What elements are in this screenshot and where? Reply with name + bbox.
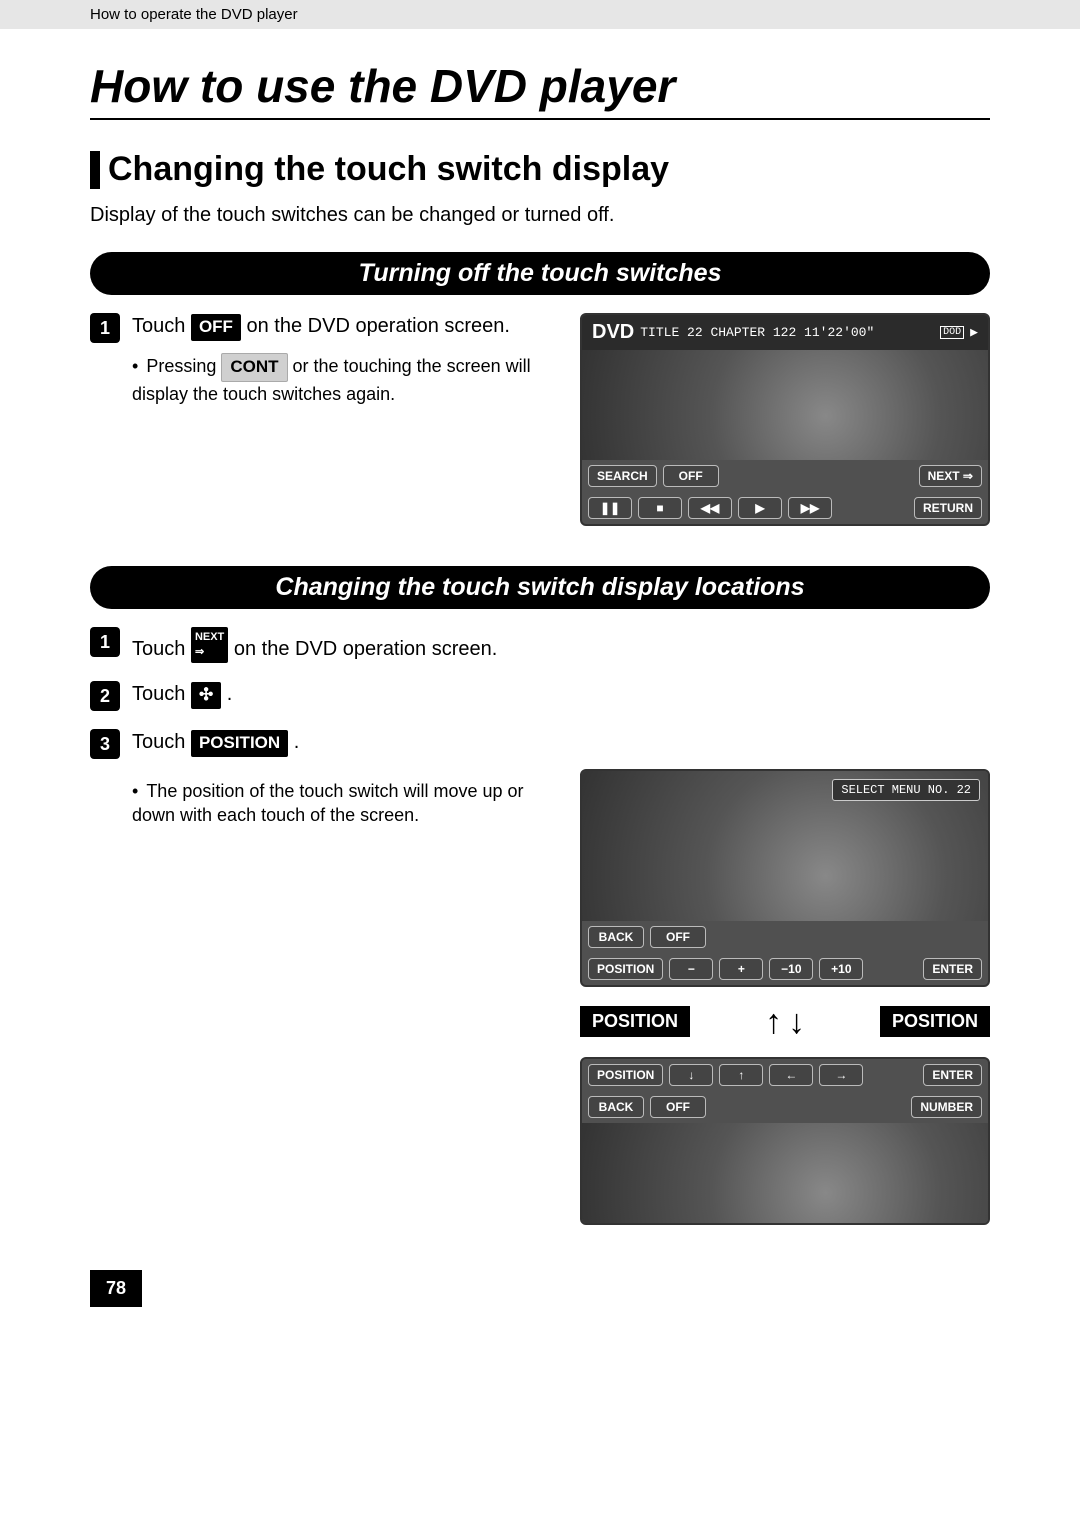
position-button[interactable]: POSITION [588, 1064, 663, 1086]
note-text: The position of the touch switch will mo… [132, 781, 524, 825]
screen-button-row: BACK OFF NUMBER [582, 1091, 988, 1123]
step-number-icon: 3 [90, 729, 120, 759]
subsection-pill-1: Turning off the touch switches [90, 252, 990, 295]
back-button[interactable]: BACK [588, 1096, 644, 1118]
screen-button-row: POSITION ↓ ↑ ← → ENTER [582, 1059, 988, 1091]
screen-video-area [582, 350, 988, 460]
dvd-label: DVD [592, 321, 634, 344]
section-title: Changing the touch switch display [108, 150, 669, 189]
number-button[interactable]: NUMBER [911, 1096, 982, 1118]
play-icon: ▶ [970, 325, 978, 340]
header-band: How to operate the DVD player [0, 0, 1080, 29]
enter-button[interactable]: ENTER [923, 1064, 982, 1086]
step-1: 1 Touch OFF on the DVD operation screen. [90, 313, 555, 343]
page-title: How to use the DVD player [90, 39, 990, 120]
step-note: •The position of the touch switch will m… [132, 779, 555, 828]
arrow-up-icon: ↑ [765, 1005, 782, 1039]
step-1: 1 Touch NEXT⇒ on the DVD operation scree… [90, 627, 990, 663]
minus-button[interactable]: − [669, 958, 713, 980]
step-text: . [221, 683, 232, 705]
forward-button[interactable]: ▶▶ [788, 497, 832, 519]
dvd-screen-1: DVD TITLE 22 CHAPTER 122 11'22'00" DOD ▶… [580, 313, 990, 526]
step-text: on the DVD operation screen. [228, 638, 497, 660]
step-text: . [288, 731, 299, 753]
bullet-icon: • [132, 779, 138, 803]
step-text: on the DVD operation screen. [241, 315, 510, 337]
step-number-icon: 1 [90, 313, 120, 343]
dvd-screen-2: SELECT MENU NO. 22 BACK OFF POSITION − +… [580, 769, 990, 987]
dolby-icon: DOD [940, 326, 964, 339]
intro-text: Display of the touch switches can be cha… [90, 204, 990, 227]
page-number: 78 [90, 1270, 142, 1307]
screen-button-row: BACK OFF [582, 921, 988, 953]
arrow-right-button[interactable]: → [819, 1064, 863, 1086]
step-2: 2 Touch ✣ . [90, 681, 990, 711]
arrow-down-button[interactable]: ↓ [669, 1064, 713, 1086]
plus10-button[interactable]: +10 [819, 958, 863, 980]
section-heading: Changing the touch switch display [90, 150, 990, 189]
step-3: 3 Touch POSITION . [90, 729, 990, 759]
step-number-icon: 1 [90, 627, 120, 657]
step-text: Touch [132, 683, 191, 705]
screen-status-bar: DVD TITLE 22 CHAPTER 122 11'22'00" DOD ▶ [582, 315, 988, 350]
play-button[interactable]: ▶ [738, 497, 782, 519]
stop-button[interactable]: ■ [638, 497, 682, 519]
step-text: Touch [132, 731, 191, 753]
arrow-down-icon: ↓ [788, 1005, 805, 1039]
off-button-label: OFF [191, 314, 241, 341]
pause-button[interactable]: ❚❚ [588, 497, 632, 519]
arrow-left-button[interactable]: ← [769, 1064, 813, 1086]
cont-button-label: CONT [221, 353, 287, 382]
off-button[interactable]: OFF [663, 465, 719, 487]
status-text: TITLE 22 CHAPTER 122 11'22'00" [640, 325, 874, 340]
step-text: Touch [132, 315, 191, 337]
off-button[interactable]: OFF [650, 926, 706, 948]
subsection-pill-2: Changing the touch switch display locati… [90, 566, 990, 609]
rewind-button[interactable]: ◀◀ [688, 497, 732, 519]
position-arrow-row: POSITION ↑ ↓ POSITION [580, 1005, 990, 1039]
step-note: •Pressing CONT or the touching the scree… [132, 353, 555, 406]
sparkle-icon-label: ✣ [191, 682, 221, 709]
position-button-label: POSITION [191, 730, 288, 757]
screen-button-row: SEARCH OFF NEXT ⇒ [582, 460, 988, 492]
next-button[interactable]: NEXT ⇒ [919, 465, 982, 487]
minus10-button[interactable]: −10 [769, 958, 813, 980]
step-text: Touch [132, 638, 191, 660]
bullet-icon: • [132, 354, 138, 378]
next-icon-label: NEXT⇒ [191, 627, 228, 663]
enter-button[interactable]: ENTER [923, 958, 982, 980]
screen-button-row: POSITION − + −10 +10 ENTER [582, 953, 988, 985]
section-bar [90, 151, 100, 189]
footer: 78 [90, 1270, 990, 1307]
return-button[interactable]: RETURN [914, 497, 982, 519]
screen-button-row: ❚❚ ■ ◀◀ ▶ ▶▶ RETURN [582, 492, 988, 524]
screen-video-area [582, 1123, 988, 1223]
search-button[interactable]: SEARCH [588, 465, 657, 487]
position-button[interactable]: POSITION [588, 958, 663, 980]
off-button[interactable]: OFF [650, 1096, 706, 1118]
position-label-right: POSITION [880, 1006, 990, 1037]
note-text: Pressing [146, 356, 221, 376]
dvd-screen-3: POSITION ↓ ↑ ← → ENTER BACK OFF [580, 1057, 990, 1225]
plus-button[interactable]: + [719, 958, 763, 980]
position-label-left: POSITION [580, 1006, 690, 1037]
screen-video-area: SELECT MENU NO. 22 [582, 771, 988, 921]
step-number-icon: 2 [90, 681, 120, 711]
back-button[interactable]: BACK [588, 926, 644, 948]
arrow-up-button[interactable]: ↑ [719, 1064, 763, 1086]
select-menu-badge: SELECT MENU NO. 22 [832, 779, 980, 801]
